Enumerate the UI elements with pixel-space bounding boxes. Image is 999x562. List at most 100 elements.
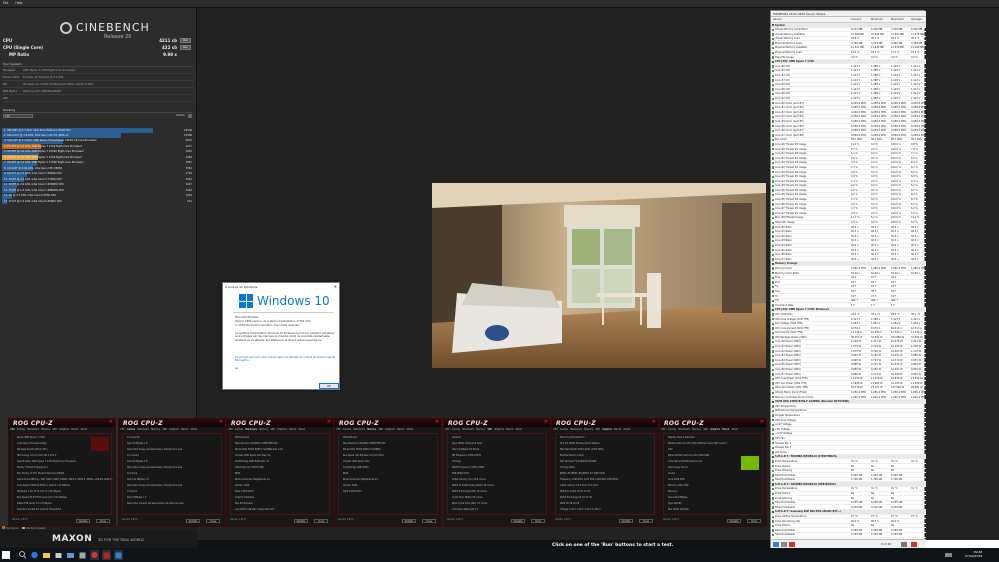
- tab-caches[interactable]: Caches: [235, 428, 243, 431]
- close-icon[interactable]: ✕: [334, 284, 337, 289]
- tab-mainboard[interactable]: Mainboard: [245, 428, 257, 431]
- col-current[interactable]: Current: [851, 18, 861, 21]
- ranking-details-toggle[interactable]: Details: [176, 114, 185, 117]
- tab-bench[interactable]: Bench: [614, 428, 621, 431]
- tab-about[interactable]: About: [81, 428, 87, 431]
- col-maximum[interactable]: Maximum: [891, 18, 904, 21]
- tab-spd[interactable]: SPD: [379, 428, 383, 431]
- license-link[interactable]: Ce produit est fourni sous licence selon…: [235, 356, 339, 363]
- tab-about[interactable]: About: [191, 428, 197, 431]
- tab-spd[interactable]: SPD: [271, 428, 275, 431]
- tab-cpu[interactable]: CPU: [228, 428, 232, 431]
- run-cpu-button[interactable]: Run: [180, 38, 191, 43]
- tab-spd[interactable]: SPD: [163, 428, 167, 431]
- cinebench-taskbar-icon[interactable]: [90, 550, 99, 560]
- tab-about[interactable]: About: [516, 428, 522, 431]
- close-button[interactable]: Close: [314, 519, 328, 523]
- details-checkbox[interactable]: [188, 114, 192, 118]
- validate-button[interactable]: Validate: [619, 519, 633, 523]
- validate-button[interactable]: Validate: [402, 519, 416, 523]
- col-minimum[interactable]: Minimum: [871, 18, 883, 21]
- close-button[interactable]: Close: [96, 519, 110, 523]
- export-icon[interactable]: [781, 542, 787, 547]
- ranking-row[interactable]: 14. 2C/4T @ 2.3 GHz, Intel Core i5-5300U…: [2, 199, 194, 205]
- tab-graphics[interactable]: Graphics: [277, 428, 287, 431]
- reset-icon[interactable]: [789, 542, 795, 547]
- tab-about[interactable]: About: [732, 428, 738, 431]
- tab-cpu[interactable]: CPU: [553, 428, 557, 431]
- tab-bench[interactable]: Bench: [289, 428, 296, 431]
- tab-caches[interactable]: Caches: [668, 428, 676, 431]
- hwinfo-sensor-list[interactable]: System Virtual Memory Committed 6,412 MB 6,…: [771, 23, 926, 539]
- close-button[interactable]: Close: [422, 519, 436, 523]
- tray-icons[interactable]: [944, 550, 953, 560]
- tab-caches[interactable]: Caches: [343, 428, 351, 431]
- app-icon[interactable]: [78, 550, 87, 560]
- tab-spd[interactable]: SPD: [53, 428, 57, 431]
- run-cpu-single-button[interactable]: Run: [180, 45, 191, 50]
- windows-start-icon[interactable]: [2, 551, 10, 559]
- settings-icon[interactable]: [901, 542, 907, 547]
- close-icon[interactable]: ✕: [544, 419, 548, 425]
- ok-button[interactable]: OK: [319, 383, 339, 389]
- tab-bench[interactable]: Bench: [71, 428, 78, 431]
- tab-spd[interactable]: SPD: [596, 428, 600, 431]
- close-icon[interactable]: ✕: [109, 419, 113, 425]
- close-icon[interactable]: [911, 542, 917, 547]
- tab-graphics[interactable]: Graphics: [710, 428, 720, 431]
- close-icon[interactable]: ✕: [652, 419, 656, 425]
- tab-mainboard[interactable]: Mainboard: [678, 428, 690, 431]
- validate-button[interactable]: Validate: [186, 519, 200, 523]
- store-icon[interactable]: [54, 550, 63, 560]
- tab-bench[interactable]: Bench: [722, 428, 729, 431]
- tab-cpu[interactable]: CPU: [336, 428, 340, 431]
- tab-mainboard[interactable]: Mainboard: [353, 428, 365, 431]
- close-icon[interactable]: ✕: [435, 419, 439, 425]
- tab-caches[interactable]: Caches: [452, 428, 460, 431]
- tab-memory[interactable]: Memory: [476, 428, 485, 431]
- close-button[interactable]: Close: [531, 519, 545, 523]
- tab-memory[interactable]: Memory: [367, 428, 376, 431]
- close-button[interactable]: Close: [206, 519, 220, 523]
- tab-caches[interactable]: Caches: [127, 428, 135, 431]
- tab-spd[interactable]: SPD: [488, 428, 492, 431]
- hwinfo-taskbar-icon[interactable]: [114, 550, 123, 560]
- tab-about[interactable]: About: [624, 428, 630, 431]
- tab-caches[interactable]: Caches: [17, 428, 25, 431]
- edge-icon[interactable]: [30, 550, 39, 560]
- tab-graphics[interactable]: Graphics: [494, 428, 504, 431]
- menu-file[interactable]: File: [3, 1, 8, 5]
- sensor-row[interactable]: Total Host Reads 2,195 GB 2,195 GB 2,195 GB: [771, 533, 926, 538]
- tab-mainboard[interactable]: Mainboard: [570, 428, 582, 431]
- tab-about[interactable]: About: [299, 428, 305, 431]
- validate-button[interactable]: Validate: [294, 519, 308, 523]
- ranking-filter-select[interactable]: CPU: [3, 114, 33, 118]
- file-explorer-icon[interactable]: [42, 550, 51, 560]
- close-button[interactable]: Close: [747, 519, 761, 523]
- tab-cpu[interactable]: CPU: [120, 428, 124, 431]
- tab-mainboard[interactable]: Mainboard: [27, 428, 39, 431]
- col-sensor[interactable]: Sensor: [773, 18, 782, 21]
- arrows-icon[interactable]: [773, 542, 779, 547]
- tab-memory[interactable]: Memory: [692, 428, 701, 431]
- tab-caches[interactable]: Caches: [560, 428, 568, 431]
- tab-spd[interactable]: SPD: [704, 428, 708, 431]
- tab-graphics[interactable]: Graphics: [169, 428, 179, 431]
- tab-graphics[interactable]: Graphics: [385, 428, 395, 431]
- tab-mainboard[interactable]: Mainboard: [137, 428, 149, 431]
- cpuz-taskbar-icon[interactable]: [102, 550, 111, 560]
- close-icon[interactable]: ✕: [327, 419, 331, 425]
- mail-icon[interactable]: [66, 550, 75, 560]
- tab-memory[interactable]: Memory: [41, 428, 50, 431]
- search-icon[interactable]: [18, 550, 27, 560]
- validate-button[interactable]: Validate: [511, 519, 525, 523]
- col-average[interactable]: Average: [911, 18, 922, 21]
- close-icon[interactable]: ✕: [219, 419, 223, 425]
- tab-memory[interactable]: Memory: [259, 428, 268, 431]
- tab-mainboard[interactable]: Mainboard: [462, 428, 474, 431]
- validate-button[interactable]: Validate: [727, 519, 741, 523]
- close-button[interactable]: Close: [639, 519, 653, 523]
- taskbar-clock[interactable]: 09:48 27/04/2019: [965, 550, 982, 558]
- tab-cpu[interactable]: CPU: [445, 428, 449, 431]
- tab-bench[interactable]: Bench: [397, 428, 404, 431]
